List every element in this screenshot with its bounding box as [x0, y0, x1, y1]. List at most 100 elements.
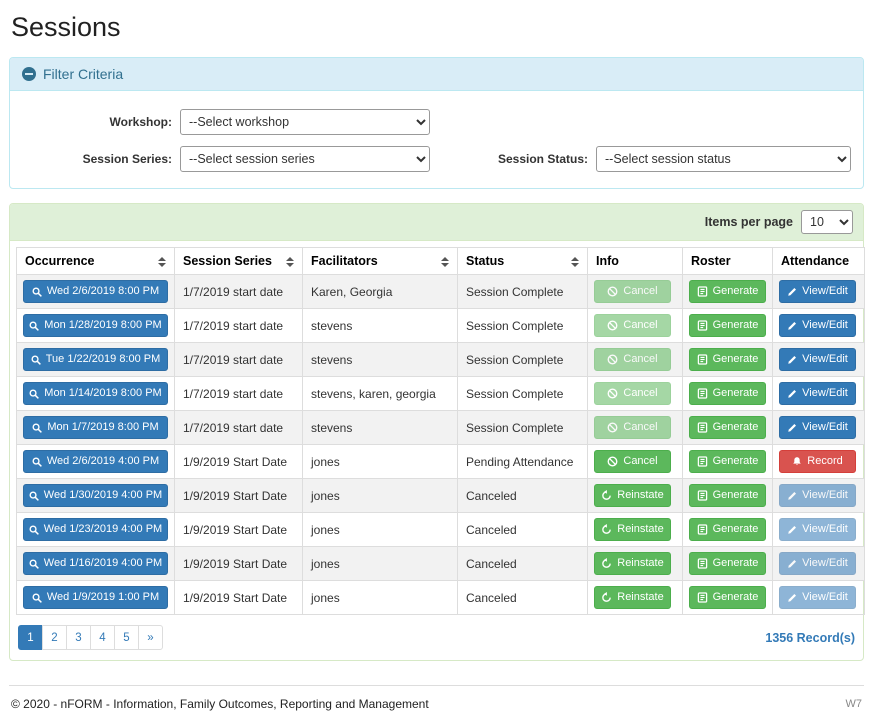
bell-icon: [792, 456, 802, 467]
button-label: Reinstate: [617, 558, 663, 569]
facilitators-cell: Karen, Georgia: [303, 275, 458, 309]
occurrence-button[interactable]: Mon 1/7/2019 8:00 PM: [23, 416, 168, 439]
cancel-button[interactable]: Cancel: [594, 450, 671, 473]
occurrence-button[interactable]: Tue 1/22/2019 8:00 PM: [23, 348, 168, 371]
column-header-session-series[interactable]: Session Series: [175, 248, 303, 275]
view-edit-button[interactable]: View/Edit: [779, 280, 856, 303]
view-edit-button[interactable]: View/Edit: [779, 416, 856, 439]
button-label: Wed 1/23/2019 4:00 PM: [44, 524, 162, 535]
roster-cell: Generate: [683, 275, 773, 309]
table-row: Mon 1/14/2019 8:00 PM1/7/2019 start date…: [17, 377, 865, 411]
table-header-row: Occurrence Session Series Facilitators: [17, 248, 865, 275]
generate-button[interactable]: Generate: [689, 552, 766, 575]
info-cell: Cancel: [588, 343, 683, 377]
button-label: View/Edit: [802, 490, 848, 501]
items-per-page-select[interactable]: 10: [801, 210, 853, 234]
sort-icon[interactable]: [571, 257, 579, 267]
occurrence-button[interactable]: Wed 2/6/2019 4:00 PM: [23, 450, 168, 473]
button-label: Generate: [713, 388, 759, 399]
view-edit-button[interactable]: View/Edit: [779, 314, 856, 337]
attendance-cell: View/Edit: [773, 309, 865, 343]
button-label: Generate: [713, 524, 759, 535]
reinstate-button[interactable]: Reinstate: [594, 484, 671, 507]
table-row: Wed 1/16/2019 4:00 PM1/9/2019 Start Date…: [17, 547, 865, 581]
occurrence-button[interactable]: Mon 1/14/2019 8:00 PM: [23, 382, 168, 405]
status-cell: Canceled: [458, 581, 588, 615]
occurrence-button[interactable]: Wed 1/23/2019 4:00 PM: [23, 518, 168, 541]
reinstate-button[interactable]: Reinstate: [594, 552, 671, 575]
status-cell: Session Complete: [458, 309, 588, 343]
pagination-page-3-button[interactable]: 3: [66, 625, 91, 650]
reinstate-button[interactable]: Reinstate: [594, 586, 671, 609]
occurrence-button[interactable]: Wed 1/30/2019 4:00 PM: [23, 484, 168, 507]
pagination-page-5-button[interactable]: 5: [114, 625, 139, 650]
filter-criteria-panel: Filter Criteria Workshop: --Select works…: [9, 57, 864, 189]
workshop-select[interactable]: --Select workshop: [180, 109, 430, 135]
generate-button[interactable]: Generate: [689, 314, 766, 337]
status-cell: Canceled: [458, 513, 588, 547]
generate-button[interactable]: Generate: [689, 518, 766, 541]
undo-icon: [601, 592, 612, 603]
button-label: Record: [807, 456, 842, 467]
undo-icon: [601, 524, 612, 535]
facilitators-cell: stevens: [303, 411, 458, 445]
generate-button[interactable]: Generate: [689, 586, 766, 609]
search-icon: [29, 321, 39, 331]
pagination-next-button[interactable]: »: [138, 625, 163, 650]
occurrence-cell: Wed 2/6/2019 8:00 PM: [17, 275, 175, 309]
occurrence-button[interactable]: Mon 1/28/2019 8:00 PM: [23, 314, 168, 337]
generate-button[interactable]: Generate: [689, 280, 766, 303]
generate-button[interactable]: Generate: [689, 450, 766, 473]
view-edit-button: View/Edit: [779, 484, 856, 507]
button-label: View/Edit: [802, 524, 848, 535]
button-label: Mon 1/14/2019 8:00 PM: [44, 388, 161, 399]
roster-icon: [697, 422, 708, 433]
view-edit-button: View/Edit: [779, 518, 856, 541]
button-label: Generate: [713, 490, 759, 501]
sessions-table-body: Wed 2/6/2019 8:00 PM 1/7/2019 start dateK…: [17, 275, 865, 615]
search-icon: [29, 559, 39, 569]
info-cell: Cancel: [588, 411, 683, 445]
view-edit-button[interactable]: View/Edit: [779, 382, 856, 405]
facilitators-cell: jones: [303, 445, 458, 479]
occurrence-button[interactable]: Wed 1/16/2019 4:00 PM: [23, 552, 168, 575]
sort-icon[interactable]: [441, 257, 449, 267]
column-header-facilitators[interactable]: Facilitators: [303, 248, 458, 275]
button-label: View/Edit: [802, 422, 848, 433]
session-series-cell: 1/7/2019 start date: [175, 275, 303, 309]
occurrence-cell: Wed 1/16/2019 4:00 PM: [17, 547, 175, 581]
session-series-cell: 1/7/2019 start date: [175, 309, 303, 343]
sort-icon[interactable]: [286, 257, 294, 267]
roster-cell: Generate: [683, 581, 773, 615]
generate-button[interactable]: Generate: [689, 416, 766, 439]
button-label: Cancel: [623, 388, 657, 399]
sessions-results-panel: Items per page 10 Occurrence Session Ser…: [9, 203, 864, 661]
search-icon: [32, 593, 42, 603]
sort-icon[interactable]: [158, 257, 166, 267]
column-header-occurrence[interactable]: Occurrence: [17, 248, 175, 275]
generate-button[interactable]: Generate: [689, 348, 766, 371]
search-icon: [32, 423, 42, 433]
filter-criteria-header[interactable]: Filter Criteria: [10, 58, 863, 91]
record-button[interactable]: Record: [779, 450, 856, 473]
session-series-label: Session Series:: [22, 152, 172, 166]
pagination-page-2-button[interactable]: 2: [42, 625, 67, 650]
minus-circle-icon[interactable]: [22, 67, 36, 81]
generate-button[interactable]: Generate: [689, 382, 766, 405]
occurrence-button[interactable]: Wed 2/6/2019 8:00 PM: [23, 280, 168, 303]
button-label: View/Edit: [802, 558, 848, 569]
column-header-info: Info: [588, 248, 683, 275]
pagination-page-4-button[interactable]: 4: [90, 625, 115, 650]
generate-button[interactable]: Generate: [689, 484, 766, 507]
column-label-attendance: Attendance: [781, 254, 849, 268]
search-icon: [31, 355, 41, 365]
occurrence-button[interactable]: Wed 1/9/2019 1:00 PM: [23, 586, 168, 609]
pencil-icon: [787, 321, 797, 331]
view-edit-button[interactable]: View/Edit: [779, 348, 856, 371]
reinstate-button[interactable]: Reinstate: [594, 518, 671, 541]
session-status-select[interactable]: --Select session status: [596, 146, 851, 172]
session-series-select[interactable]: --Select session series: [180, 146, 430, 172]
pencil-icon: [787, 593, 797, 603]
column-header-status[interactable]: Status: [458, 248, 588, 275]
pagination-page-1-button[interactable]: 1: [18, 625, 43, 650]
